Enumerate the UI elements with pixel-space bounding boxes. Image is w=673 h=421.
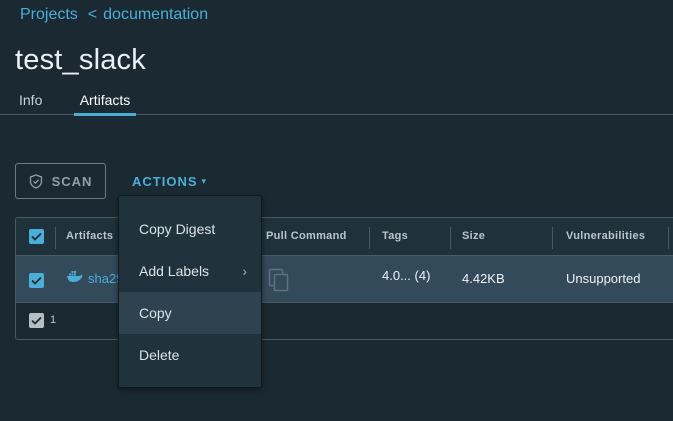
row-checkbox[interactable] xyxy=(29,273,44,288)
footer-selected-checkbox[interactable] xyxy=(29,313,44,328)
check-icon xyxy=(31,232,42,241)
check-icon xyxy=(31,276,42,285)
breadcrumb: Projects < documentation xyxy=(20,6,208,24)
scan-button[interactable]: SCAN xyxy=(15,163,106,199)
docker-icon xyxy=(66,270,83,286)
column-divider xyxy=(552,227,553,249)
column-divider xyxy=(369,227,370,249)
scan-button-label: SCAN xyxy=(51,173,93,189)
menu-item-delete[interactable]: Delete xyxy=(119,334,261,376)
breadcrumb-documentation-link[interactable]: documentation xyxy=(103,6,208,24)
column-header-pull-command[interactable]: Pull Command xyxy=(266,230,347,242)
tab-info[interactable]: Info xyxy=(19,92,42,108)
chevron-down-icon: ▾ xyxy=(201,176,208,186)
actions-button[interactable]: ACTIONS ▾ xyxy=(132,174,207,189)
menu-item-label: Copy Digest xyxy=(139,221,216,237)
breadcrumb-separator: < xyxy=(87,6,98,23)
column-divider xyxy=(55,227,56,249)
table-header: Artifacts Pull Command Tags Size Vulnera… xyxy=(16,218,673,256)
menu-item-add-labels[interactable]: Add Labels › xyxy=(119,250,261,292)
menu-item-copy[interactable]: Copy xyxy=(119,292,261,334)
menu-item-label: Add Labels xyxy=(139,263,210,279)
column-header-size[interactable]: Size xyxy=(462,230,485,242)
menu-item-label: Delete xyxy=(139,347,180,363)
menu-item-copy-digest[interactable]: Copy Digest xyxy=(119,208,261,250)
breadcrumb-projects-link[interactable]: Projects xyxy=(20,6,78,24)
column-header-artifacts[interactable]: Artifacts xyxy=(66,230,113,242)
column-header-tags[interactable]: Tags xyxy=(382,230,408,242)
selected-count: 1 xyxy=(50,314,57,326)
table-footer: 1 xyxy=(16,304,673,339)
column-divider xyxy=(450,227,451,249)
actions-dropdown-menu: Copy Digest Add Labels › Copy Delete xyxy=(118,195,262,388)
actions-button-label: ACTIONS xyxy=(132,174,198,189)
select-all-checkbox[interactable] xyxy=(29,229,44,244)
chevron-right-icon: › xyxy=(242,263,247,279)
column-header-vulnerabilities[interactable]: Vulnerabilities xyxy=(566,230,645,242)
page-title: test_slack xyxy=(15,44,146,76)
check-icon xyxy=(31,316,42,325)
size-cell: 4.42KB xyxy=(462,271,505,286)
column-divider xyxy=(668,227,669,249)
menu-item-label: Copy xyxy=(139,305,172,321)
copy-icon[interactable] xyxy=(268,268,290,295)
tags-cell[interactable]: 4.0... (4) xyxy=(382,268,430,283)
artifacts-page: Projects < documentation test_slack Info… xyxy=(0,0,673,421)
artifacts-table: Artifacts Pull Command Tags Size Vulnera… xyxy=(15,217,673,340)
shield-icon xyxy=(29,173,42,189)
vulnerabilities-cell: Unsupported xyxy=(566,271,641,286)
tab-bar: Info Artifacts xyxy=(0,88,673,116)
tab-artifacts[interactable]: Artifacts xyxy=(74,92,136,116)
table-row[interactable]: sha25 4.0... (4) 4.42KB Unsupported xyxy=(16,256,673,303)
